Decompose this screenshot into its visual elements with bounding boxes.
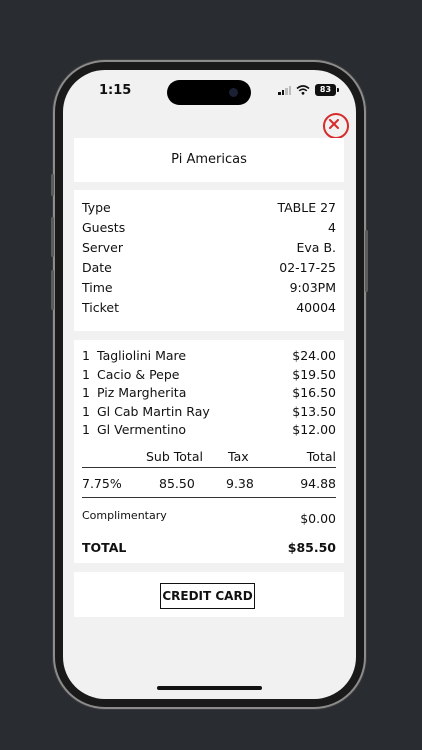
total-header: Total — [306, 449, 336, 464]
tax-table-values: 7.75% 85.50 9.38 94.88 — [82, 476, 336, 492]
info-row-ticket: Ticket 40004 — [82, 300, 336, 320]
info-label: Server — [82, 240, 123, 255]
item-name: Gl Vermentino — [97, 422, 187, 437]
list-item: 1 Cacio & Pepe $19.50 — [82, 367, 336, 386]
info-value: 4 — [328, 220, 336, 235]
complimentary-label: Complimentary — [82, 509, 167, 522]
battery-icon: 83 — [315, 84, 339, 96]
tax-value: 9.38 — [226, 476, 254, 491]
list-item: 1 Gl Cab Martin Ray $13.50 — [82, 404, 336, 423]
item-name: Tagliolini Mare — [97, 348, 187, 363]
item-name: Gl Cab Martin Ray — [97, 403, 210, 419]
action-button — [51, 174, 54, 196]
volume-up-button — [51, 217, 54, 257]
tax-table-header: Sub Total Tax Total — [82, 449, 336, 465]
item-qty: 1 — [82, 422, 90, 437]
volume-down-button — [51, 270, 54, 310]
info-row-server: Server Eva B. — [82, 240, 336, 260]
info-row-guests: Guests 4 — [82, 220, 336, 240]
restaurant-name: Pi Americas — [171, 152, 247, 167]
info-label: Ticket — [82, 300, 119, 315]
payment-card: CREDIT CARD — [74, 572, 344, 617]
credit-card-button[interactable]: CREDIT CARD — [160, 583, 255, 609]
info-value: 40004 — [296, 300, 336, 315]
info-label: Time — [82, 280, 113, 295]
info-row-date: Date 02-17-25 — [82, 260, 336, 280]
tax-header: Tax — [228, 449, 249, 464]
tax-rate: 7.75% — [82, 476, 122, 491]
home-indicator[interactable] — [157, 686, 262, 690]
close-button[interactable] — [323, 113, 349, 139]
item-price: $12.00 — [292, 422, 336, 437]
status-icons: 83 — [278, 84, 339, 96]
status-bar: 1:15 83 — [63, 70, 356, 114]
subtotal-value: 85.50 — [159, 476, 195, 491]
item-price: $19.50 — [292, 366, 336, 382]
complimentary-row: Complimentary $0.00 — [82, 509, 336, 526]
info-value: 02-17-25 — [279, 260, 336, 275]
signal-icon — [278, 85, 291, 95]
ticket-info-card: Type TABLE 27 Guests 4 Server Eva B. Dat… — [74, 190, 344, 331]
item-price: $24.00 — [292, 348, 336, 363]
list-item: 1 Gl Vermentino $12.00 — [82, 422, 336, 441]
restaurant-card: Pi Americas — [74, 138, 344, 182]
info-value: Eva B. — [296, 240, 336, 255]
screen: 1:15 83 Pi Americas Type TABLE 27 Guests… — [63, 70, 356, 699]
close-icon — [329, 119, 339, 129]
divider — [82, 467, 336, 468]
item-qty: 1 — [82, 348, 90, 363]
grand-total-row: TOTAL $85.50 — [82, 540, 336, 555]
dynamic-island — [167, 80, 251, 105]
grand-total-value: $85.50 — [287, 540, 336, 555]
info-label: Guests — [82, 220, 126, 235]
order-items-card: 1 Tagliolini Mare $24.00 1 Cacio & Pepe $1… — [74, 340, 344, 563]
phone-frame: 1:15 83 Pi Americas Type TABLE 27 Guests… — [51, 62, 368, 707]
grand-total-label: TOTAL — [82, 540, 127, 555]
item-qty: 1 — [82, 403, 90, 419]
info-label: Type — [82, 200, 111, 215]
total-value: 94.88 — [300, 476, 336, 491]
info-row-time: Time 9:03PM — [82, 280, 336, 300]
item-price: $13.50 — [292, 403, 336, 419]
info-value: 9:03PM — [289, 280, 336, 295]
status-time: 1:15 — [99, 83, 132, 98]
item-qty: 1 — [82, 385, 90, 400]
list-item: 1 Piz Margherita $16.50 — [82, 385, 336, 404]
power-button — [365, 230, 368, 292]
complimentary-value: $0.00 — [300, 511, 336, 526]
divider — [82, 497, 336, 498]
item-name: Piz Margherita — [97, 385, 187, 400]
info-row-type: Type TABLE 27 — [82, 200, 336, 220]
item-price: $16.50 — [292, 385, 336, 400]
info-value: TABLE 27 — [277, 200, 336, 215]
list-item: 1 Tagliolini Mare $24.00 — [82, 348, 336, 367]
item-name: Cacio & Pepe — [97, 366, 180, 382]
item-qty: 1 — [82, 366, 90, 382]
camera-icon — [229, 88, 238, 97]
info-label: Date — [82, 260, 112, 275]
subtotal-header: Sub Total — [146, 449, 203, 464]
wifi-icon — [296, 85, 310, 95]
